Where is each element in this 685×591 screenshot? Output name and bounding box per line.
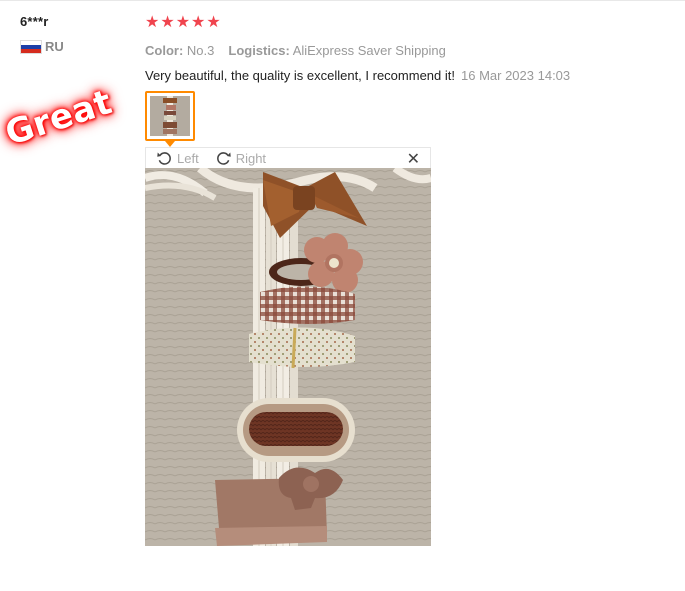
logistics-info: Logistics: AliExpress Saver Shipping: [228, 43, 446, 58]
rotate-right-label: Right: [235, 150, 267, 166]
review-photo-large: [145, 168, 431, 546]
star-icon: ★: [175, 14, 191, 31]
rotate-left-label: Left: [177, 150, 199, 166]
review-photo-thumbnail[interactable]: [145, 91, 195, 141]
reviewer-name: 6***r: [20, 14, 49, 29]
color-info: Color: No.3: [145, 43, 214, 58]
star-icon: ★: [206, 14, 221, 31]
great-stamp-label: Great: [0, 82, 117, 154]
rotate-right-icon: [216, 151, 231, 165]
review-content: ★ ★ ★ ★ ★ Color: No.3 Logistics: AliExpr…: [145, 14, 665, 84]
review-body: Very beautiful, the quality is excellent…: [145, 68, 665, 83]
star-icon: ★: [145, 14, 160, 31]
reviewer-info: 6***r RU: [20, 14, 130, 54]
color-value: No.3: [186, 43, 215, 58]
star-icon: ★: [191, 14, 206, 31]
country-code: RU: [45, 39, 64, 54]
russia-flag-icon: [20, 39, 42, 54]
star-icon: ★: [160, 14, 175, 31]
rotate-right-button[interactable]: Right: [215, 150, 266, 167]
close-viewer-button[interactable]: ✕: [407, 149, 420, 169]
top-divider: [0, 0, 685, 1]
review-text: Very beautiful, the quality is excellent…: [145, 68, 455, 83]
color-label: Color:: [145, 43, 184, 58]
star-rating: ★ ★ ★ ★ ★: [145, 14, 665, 32]
rotate-left-icon: [157, 151, 171, 165]
thumbnail-image: [150, 96, 190, 136]
logistics-value: AliExpress Saver Shipping: [292, 43, 446, 58]
review-date: 16 Mar 2023 14:03: [461, 68, 571, 83]
image-viewer-toolbar: Left Right ✕: [145, 147, 431, 168]
reviewer-country: RU: [20, 39, 130, 54]
rotate-left-button[interactable]: Left: [156, 150, 199, 167]
logistics-label: Logistics:: [228, 43, 290, 58]
review-meta: Color: No.3 Logistics: AliExpress Saver …: [145, 43, 665, 58]
